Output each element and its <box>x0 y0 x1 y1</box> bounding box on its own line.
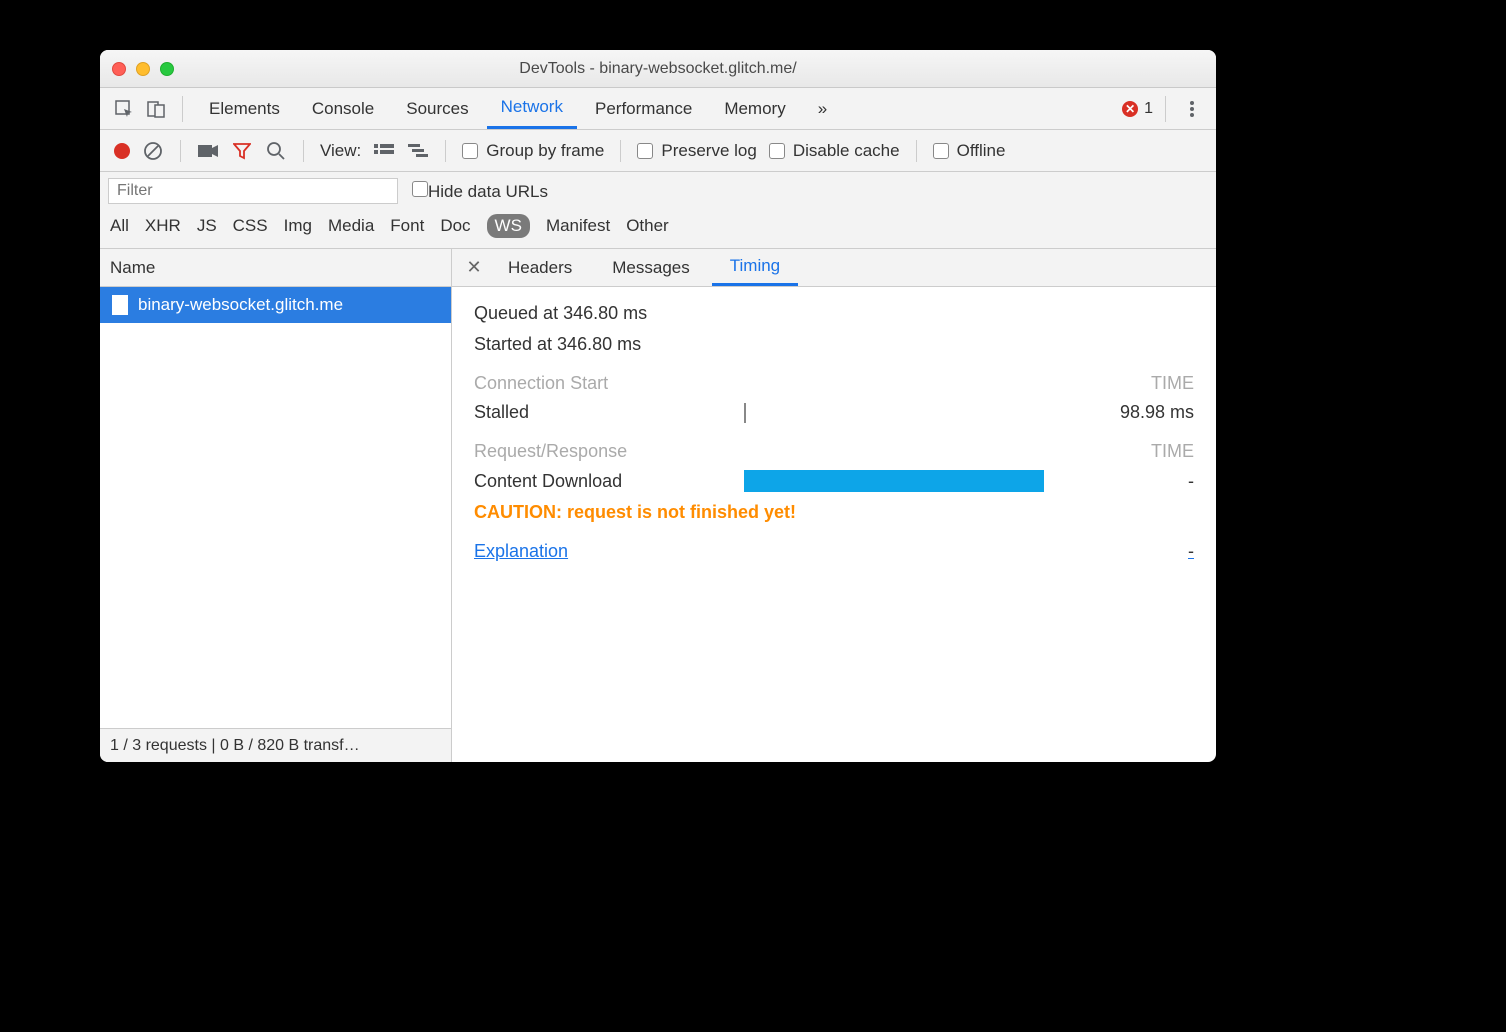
filter-input[interactable] <box>108 178 398 204</box>
hide-data-urls-checkbox[interactable]: Hide data URLs <box>412 181 548 202</box>
timing-bar <box>744 470 1044 492</box>
tab-sources[interactable]: Sources <box>392 88 482 129</box>
window-controls <box>112 62 174 76</box>
close-window-button[interactable] <box>112 62 126 76</box>
group-by-frame-checkbox[interactable]: Group by frame <box>462 141 604 161</box>
error-count: 1 <box>1144 100 1153 118</box>
content-download-value: - <box>1094 471 1194 492</box>
tab-performance[interactable]: Performance <box>581 88 706 129</box>
filter-type-doc[interactable]: Doc <box>440 216 470 236</box>
time-header: TIME <box>1151 373 1194 394</box>
filter-type-xhr[interactable]: XHR <box>145 216 181 236</box>
error-icon: ✕ <box>1122 101 1138 117</box>
filter-type-other[interactable]: Other <box>626 216 669 236</box>
divider <box>182 96 183 122</box>
request-name: binary-websocket.glitch.me <box>138 295 343 315</box>
filter-icon[interactable] <box>231 140 253 162</box>
document-icon <box>112 295 128 315</box>
request-list-pane: Name binary-websocket.glitch.me 1 / 3 re… <box>100 249 452 762</box>
request-list: binary-websocket.glitch.me <box>100 287 451 728</box>
filter-type-manifest[interactable]: Manifest <box>546 216 610 236</box>
view-label: View: <box>320 141 361 161</box>
detail-pane: ✕ Headers Messages Timing Queued at 346.… <box>452 249 1216 762</box>
timing-tick <box>744 403 746 423</box>
offline-checkbox[interactable]: Offline <box>933 141 1006 161</box>
tab-console[interactable]: Console <box>298 88 388 129</box>
filter-type-all[interactable]: All <box>110 216 129 236</box>
name-column-header[interactable]: Name <box>100 249 451 287</box>
explanation-link[interactable]: Explanation <box>474 541 568 562</box>
main-tab-bar: Elements Console Sources Network Perform… <box>100 88 1216 130</box>
filter-type-media[interactable]: Media <box>328 216 374 236</box>
content-area: Name binary-websocket.glitch.me 1 / 3 re… <box>100 249 1216 762</box>
queued-text: Queued at 346.80 ms <box>474 303 647 324</box>
tab-elements[interactable]: Elements <box>195 88 294 129</box>
filter-type-img[interactable]: Img <box>284 216 312 236</box>
inspect-element-icon[interactable] <box>110 95 138 123</box>
detail-tab-headers[interactable]: Headers <box>490 249 590 286</box>
caution-text: CAUTION: request is not finished yet! <box>474 502 1194 523</box>
divider <box>1165 96 1166 122</box>
record-button[interactable] <box>114 143 130 159</box>
filter-type-css[interactable]: CSS <box>233 216 268 236</box>
preserve-log-checkbox[interactable]: Preserve log <box>637 141 756 161</box>
tab-network[interactable]: Network <box>487 88 577 129</box>
connection-start-header: Connection Start <box>474 373 608 394</box>
devtools-window: DevTools - binary-websocket.glitch.me/ E… <box>100 50 1216 762</box>
zoom-window-button[interactable] <box>160 62 174 76</box>
titlebar: DevTools - binary-websocket.glitch.me/ <box>100 50 1216 88</box>
kebab-menu-icon[interactable] <box>1178 95 1206 123</box>
filter-type-row: All XHR JS CSS Img Media Font Doc WS Man… <box>100 210 1216 242</box>
detail-tab-messages[interactable]: Messages <box>594 249 707 286</box>
time-header: TIME <box>1151 441 1194 462</box>
request-row[interactable]: binary-websocket.glitch.me <box>100 287 451 323</box>
content-download-label: Content Download <box>474 471 744 492</box>
window-title: DevTools - binary-websocket.glitch.me/ <box>100 60 1216 78</box>
large-rows-icon[interactable] <box>373 140 395 162</box>
stalled-label: Stalled <box>474 402 744 423</box>
request-response-header: Request/Response <box>474 441 627 462</box>
search-icon[interactable] <box>265 140 287 162</box>
error-count-badge[interactable]: ✕ 1 <box>1122 100 1153 118</box>
started-text: Started at 346.80 ms <box>474 334 641 355</box>
filter-bar: Hide data URLs All XHR JS CSS Img Media … <box>100 172 1216 249</box>
minimize-window-button[interactable] <box>136 62 150 76</box>
timing-panel: Queued at 346.80 ms Started at 346.80 ms… <box>452 287 1216 762</box>
disable-cache-checkbox[interactable]: Disable cache <box>769 141 900 161</box>
filter-type-font[interactable]: Font <box>390 216 424 236</box>
status-bar: 1 / 3 requests | 0 B / 820 B transf… <box>100 728 451 762</box>
device-toolbar-icon[interactable] <box>142 95 170 123</box>
tab-memory[interactable]: Memory <box>710 88 799 129</box>
explanation-value: - <box>1188 541 1194 562</box>
detail-tab-timing[interactable]: Timing <box>712 249 798 286</box>
filter-type-ws[interactable]: WS <box>487 214 530 238</box>
stalled-value: 98.98 ms <box>1094 402 1194 423</box>
detail-tab-bar: ✕ Headers Messages Timing <box>452 249 1216 287</box>
tab-overflow[interactable]: » <box>804 88 841 129</box>
network-toolbar: View: Group by frame Preserve log Disabl… <box>100 130 1216 172</box>
close-icon[interactable]: ✕ <box>462 257 486 278</box>
camera-icon[interactable] <box>197 140 219 162</box>
clear-icon[interactable] <box>142 140 164 162</box>
waterfall-icon[interactable] <box>407 140 429 162</box>
filter-type-js[interactable]: JS <box>197 216 217 236</box>
